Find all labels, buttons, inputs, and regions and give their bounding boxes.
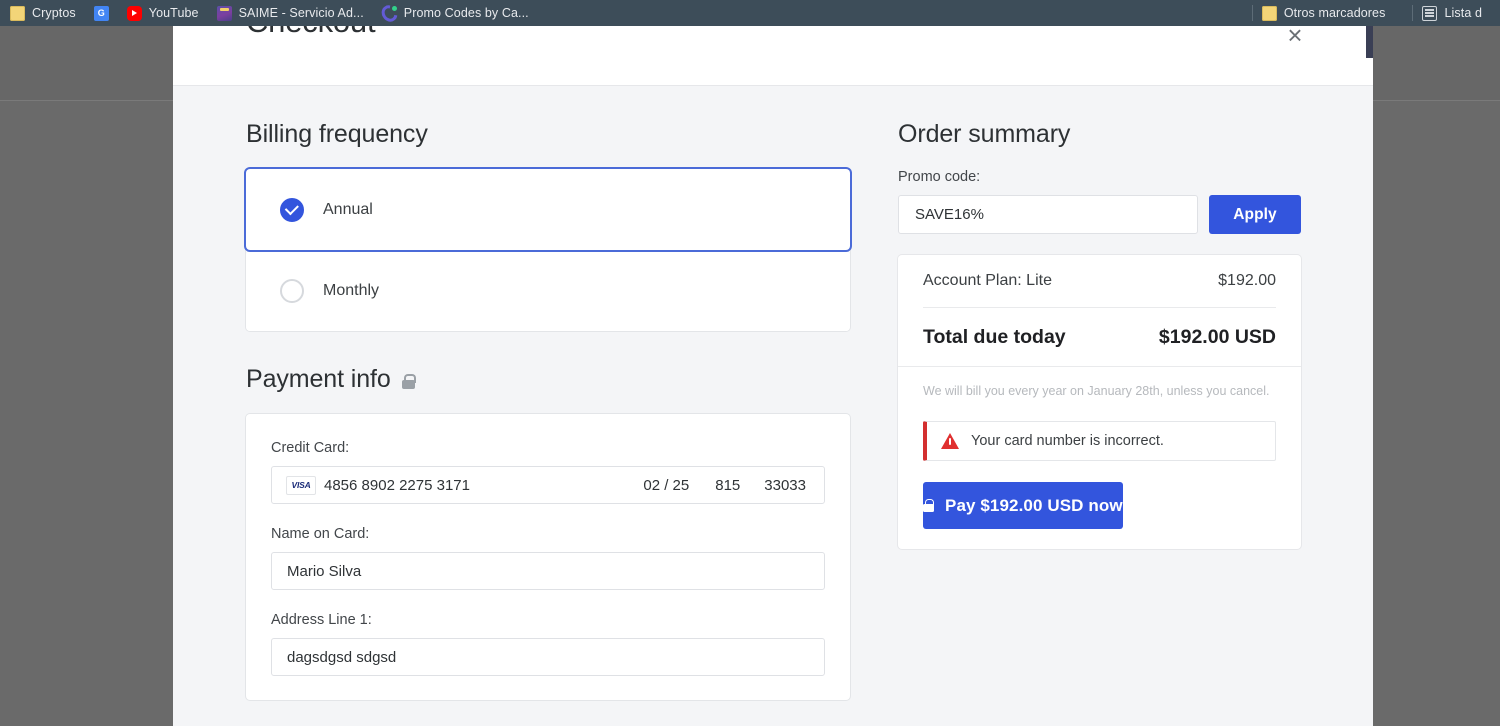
- youtube-icon: [127, 6, 142, 21]
- checkout-modal: Checkout × Billing frequency Annual Mont…: [173, 26, 1373, 726]
- bookmarks-bar-right: Otros marcadores Lista d: [1243, 0, 1500, 26]
- promo-codes-icon: [382, 6, 397, 21]
- card-number-input[interactable]: 4856 8902 2275 3171: [324, 477, 643, 494]
- saime-icon: [217, 6, 232, 21]
- order-summary-heading: Order summary: [898, 120, 1301, 149]
- summary-bottom-padding: [898, 529, 1301, 549]
- bookmark-other-bookmarks[interactable]: Otros marcadores: [1262, 2, 1386, 24]
- visa-icon: VISA: [286, 476, 316, 495]
- pay-now-label: Pay $192.00 USD now: [945, 496, 1123, 516]
- checkout-right-column: Order summary Promo code: SAVE16% Apply …: [898, 120, 1301, 726]
- radio-checked-icon[interactable]: [280, 198, 304, 222]
- bookmark-saime[interactable]: SAIME - Servicio Ad...: [217, 2, 364, 24]
- page-title: Checkout: [246, 26, 375, 40]
- card-cvc-input[interactable]: 815: [715, 477, 740, 494]
- credit-card-field[interactable]: VISA 4856 8902 2275 3171 02 / 25 815 330…: [271, 466, 825, 504]
- address-line-1-input[interactable]: dagsdgsd sdgsd: [271, 638, 825, 676]
- modal-header: Checkout ×: [173, 26, 1373, 86]
- payment-info-heading: Payment info: [246, 365, 850, 394]
- error-message: Your card number is incorrect.: [971, 433, 1164, 449]
- payment-info-card: Credit Card: VISA 4856 8902 2275 3171 02…: [246, 414, 850, 700]
- order-total-row: Total due today $192.00 USD: [898, 308, 1301, 366]
- bookmark-label: YouTube: [149, 6, 199, 20]
- card-error-banner: Your card number is incorrect.: [923, 421, 1276, 461]
- warning-icon: [941, 433, 959, 449]
- folder-icon: [10, 6, 25, 21]
- bookmark-label: SAIME - Servicio Ad...: [239, 6, 364, 20]
- card-expiry-input[interactable]: 02 / 25: [643, 477, 689, 494]
- total-label: Total due today: [923, 326, 1066, 349]
- bookmark-label: Promo Codes by Ca...: [404, 6, 529, 20]
- google-docs-icon: G: [94, 6, 109, 21]
- reading-list-icon: [1422, 6, 1437, 21]
- line-item-price: $192.00: [1218, 272, 1276, 290]
- bookmark-separator: [1252, 5, 1253, 21]
- bookmark-cryptos[interactable]: Cryptos: [10, 2, 76, 24]
- pay-now-button[interactable]: Pay $192.00 USD now: [923, 482, 1123, 529]
- card-zip-input[interactable]: 33033: [764, 477, 806, 494]
- billing-frequency-heading: Billing frequency: [246, 120, 850, 149]
- bookmark-youtube[interactable]: YouTube: [127, 2, 199, 24]
- close-icon[interactable]: ×: [1280, 26, 1310, 50]
- lock-icon: [923, 499, 934, 512]
- bookmark-label: Lista d: [1444, 6, 1482, 20]
- bookmark-label: Otros marcadores: [1284, 6, 1386, 20]
- billing-option-annual[interactable]: Annual: [246, 169, 850, 250]
- apply-promo-button[interactable]: Apply: [1209, 195, 1301, 234]
- order-line-item: Account Plan: Lite $192.00: [898, 255, 1301, 307]
- order-summary-card: Account Plan: Lite $192.00 Total due tod…: [898, 255, 1301, 549]
- lock-icon: [402, 374, 415, 389]
- bookmark-label: Cryptos: [32, 6, 76, 20]
- billing-note: We will bill you every year on January 2…: [898, 366, 1301, 417]
- bookmark-promo-codes[interactable]: Promo Codes by Ca...: [382, 2, 529, 24]
- total-price: $192.00 USD: [1159, 326, 1276, 349]
- billing-option-monthly[interactable]: Monthly: [246, 250, 850, 331]
- bookmark-reading-list[interactable]: Lista d: [1422, 2, 1482, 24]
- billing-frequency-group: Annual Monthly: [246, 169, 850, 331]
- bookmark-separator: [1412, 5, 1413, 21]
- payment-info-title: Payment info: [246, 365, 391, 394]
- bookmarks-bar: Cryptos G YouTube SAIME - Servicio Ad...…: [0, 0, 1500, 26]
- address-line-1-label: Address Line 1:: [271, 612, 825, 628]
- credit-card-label: Credit Card:: [271, 440, 825, 456]
- modal-body: Billing frequency Annual Monthly Payment…: [173, 86, 1373, 726]
- bookmark-google-docs[interactable]: G: [94, 2, 109, 24]
- billing-option-label: Monthly: [323, 282, 379, 300]
- promo-code-row: SAVE16% Apply: [898, 195, 1301, 234]
- billing-option-label: Annual: [323, 201, 373, 219]
- checkout-left-column: Billing frequency Annual Monthly Payment…: [246, 120, 850, 726]
- promo-code-label: Promo code:: [898, 169, 1301, 185]
- promo-code-input[interactable]: SAVE16%: [898, 195, 1198, 234]
- name-on-card-input[interactable]: Mario Silva: [271, 552, 825, 590]
- line-item-label: Account Plan: Lite: [923, 272, 1052, 290]
- folder-icon: [1262, 6, 1277, 21]
- modal-scrollbar[interactable]: [1366, 26, 1373, 58]
- radio-unchecked-icon[interactable]: [280, 279, 304, 303]
- name-on-card-label: Name on Card:: [271, 526, 825, 542]
